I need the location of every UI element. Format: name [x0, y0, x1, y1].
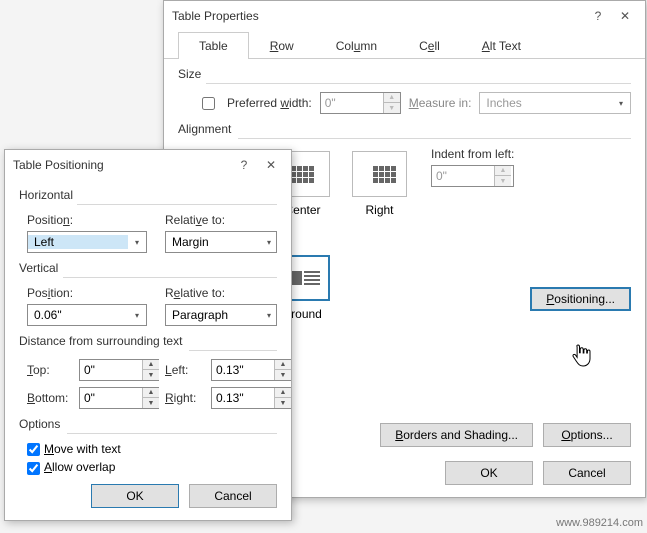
horizontal-group-label: Horizontal — [19, 188, 277, 202]
indent-input[interactable] — [432, 166, 494, 186]
borders-shading-button[interactable]: Borders and Shading... — [380, 423, 533, 447]
table-positioning-dialog: Table Positioning ? ✕ Horizontal Positio… — [4, 149, 292, 521]
dist-top-label: Top: — [27, 363, 73, 377]
align-right-icon — [352, 151, 407, 197]
v-position-combo[interactable]: 0.06" ▾ — [27, 304, 147, 326]
preferred-width-input[interactable] — [321, 93, 383, 113]
tab-row[interactable]: Row — [249, 32, 315, 59]
size-group-label: Size — [178, 67, 631, 81]
allow-overlap-option[interactable]: Allow overlap — [27, 460, 277, 474]
chevron-down-icon: ▾ — [262, 232, 276, 252]
chevron-down-icon: ▾ — [128, 305, 146, 325]
tab-cell[interactable]: Cell — [398, 32, 461, 59]
positioning-ok-button[interactable]: OK — [91, 484, 179, 508]
dist-right-spinbox[interactable]: ▲▼ — [211, 387, 291, 409]
indent-label: Indent from left: — [431, 147, 514, 161]
table-properties-title: Table Properties — [172, 9, 583, 23]
options-button[interactable]: Options... — [543, 423, 631, 447]
tabs: Table Row Column Cell Alt Text — [164, 31, 645, 59]
h-position-label: Position: — [27, 213, 147, 227]
watermark: www.989214.com — [556, 517, 643, 529]
align-right-button[interactable]: Right — [348, 147, 411, 221]
positioning-cancel-button[interactable]: Cancel — [189, 484, 277, 508]
h-position-combo[interactable]: Left ▾ — [27, 231, 147, 253]
move-with-text-option[interactable]: Move with text — [27, 442, 277, 456]
table-props-cancel-button[interactable]: Cancel — [543, 461, 631, 485]
preferred-width-spinbox[interactable]: ▲▼ — [320, 92, 401, 114]
v-relative-label: Relative to: — [165, 286, 277, 300]
positioning-button[interactable]: Positioning... — [530, 287, 631, 311]
v-relative-combo[interactable]: Paragraph ▾ — [165, 304, 277, 326]
h-relative-label: Relative to: — [165, 213, 277, 227]
dist-right-label: Right: — [165, 391, 205, 405]
move-with-text-checkbox[interactable] — [27, 443, 40, 456]
vertical-group-label: Vertical — [19, 261, 277, 275]
preferred-width-checkbox[interactable] — [202, 97, 215, 110]
spin-up-icon[interactable]: ▲ — [495, 166, 511, 176]
tab-column[interactable]: Column — [315, 32, 398, 59]
spin-up-icon[interactable]: ▲ — [384, 93, 400, 103]
measure-in-label: Measure in: — [409, 96, 472, 110]
indent-spinbox[interactable]: ▲▼ — [431, 165, 514, 187]
dist-left-label: Left: — [165, 363, 205, 377]
alignment-group-label: Alignment — [178, 122, 631, 136]
options-group-label: Options — [19, 417, 277, 431]
tab-alttext[interactable]: Alt Text — [461, 32, 542, 59]
preferred-width-label: Preferred width: — [227, 96, 312, 110]
v-position-label: Position: — [27, 286, 147, 300]
table-positioning-titlebar: Table Positioning ? ✕ — [5, 150, 291, 180]
tab-table[interactable]: Table — [178, 32, 249, 59]
chevron-down-icon: ▾ — [262, 305, 276, 325]
spin-down-icon[interactable]: ▼ — [495, 176, 511, 186]
close-icon: ✕ — [266, 158, 276, 172]
close-button[interactable]: ✕ — [605, 1, 645, 31]
measure-in-combo[interactable]: Inches ▾ — [479, 92, 631, 114]
dist-bottom-spinbox[interactable]: ▲▼ — [79, 387, 159, 409]
close-button[interactable]: ✕ — [251, 150, 291, 180]
table-properties-titlebar: Table Properties ? ✕ — [164, 1, 645, 31]
chevron-down-icon: ▾ — [612, 93, 630, 113]
table-positioning-title: Table Positioning — [13, 158, 229, 172]
allow-overlap-checkbox[interactable] — [27, 462, 40, 475]
dist-bottom-label: Bottom: — [27, 391, 73, 405]
close-icon: ✕ — [620, 9, 630, 23]
h-relative-combo[interactable]: Margin ▾ — [165, 231, 277, 253]
spin-down-icon[interactable]: ▼ — [384, 103, 400, 113]
distance-group-label: Distance from surrounding text — [19, 334, 277, 348]
dist-top-spinbox[interactable]: ▲▼ — [79, 359, 159, 381]
chevron-down-icon: ▾ — [128, 232, 146, 252]
table-props-ok-button[interactable]: OK — [445, 461, 533, 485]
dist-left-spinbox[interactable]: ▲▼ — [211, 359, 291, 381]
